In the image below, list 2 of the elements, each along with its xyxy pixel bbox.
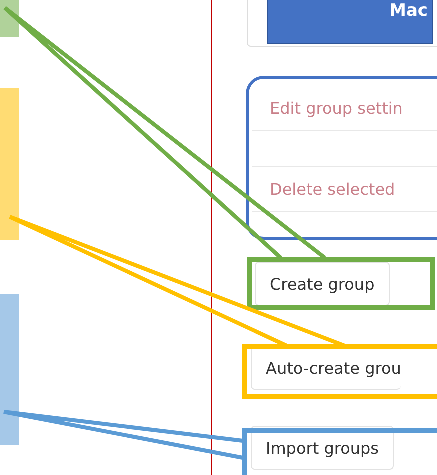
action-button[interactable]: Create group: [255, 262, 390, 306]
primary-button[interactable]: Mac: [267, 0, 433, 44]
